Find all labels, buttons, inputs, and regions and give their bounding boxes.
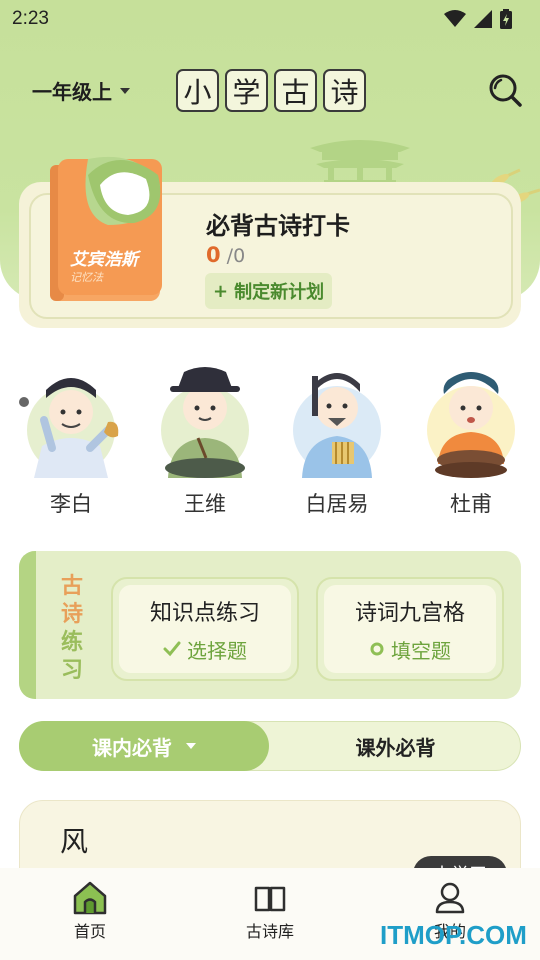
poet-wang-wei[interactable]: 王维: [150, 360, 260, 518]
status-time: 2:23: [12, 8, 49, 29]
checkin-total: /0: [226, 245, 246, 267]
checkin-done-count: 0: [206, 243, 221, 267]
practice-label-char: 练: [60, 630, 83, 655]
poet-name: 王维: [184, 492, 226, 516]
poet-wang-wei-avatar: [161, 367, 249, 478]
nav-poem-library-label: 古诗库: [245, 922, 294, 941]
battery-icon: [500, 9, 512, 29]
circle-icon: [370, 642, 384, 656]
memory-book-illustration: 艾宾浩斯 记忆法: [50, 156, 162, 301]
status-bar: 2:23: [0, 0, 540, 38]
book-icon: [254, 886, 286, 912]
checkin-progress: 0 /0: [206, 243, 245, 267]
status-icons: [444, 9, 512, 29]
poem-title: 风: [60, 825, 89, 858]
nine-grid-type: 填空题: [391, 638, 451, 663]
knowledge-practice-subtitle: 选择题: [163, 635, 247, 664]
nav-home-label: 首页: [73, 922, 106, 941]
poet-name: 李白: [50, 492, 92, 516]
nav-home[interactable]: 首页: [50, 880, 130, 942]
search-icon[interactable]: [487, 72, 523, 108]
new-plan-label: 制定新计划: [234, 282, 325, 303]
practice-label-char: 古: [60, 574, 83, 599]
nav-poem-library[interactable]: 古诗库: [230, 880, 310, 942]
tab-extracurricular-label: 课外必背: [355, 735, 436, 760]
poet-name: 白居易: [305, 492, 369, 516]
tab-in-class-label: 课内必背: [92, 735, 172, 760]
check-icon: [163, 641, 181, 657]
title-char: 学: [225, 69, 268, 112]
practice-accent-bar: [19, 551, 36, 699]
tab-in-class[interactable]: 课内必背: [19, 721, 269, 771]
nine-grid-title: 诗词九宫格: [354, 600, 465, 626]
title-char: 古: [274, 69, 317, 112]
tab-extracurricular[interactable]: 课外必背: [270, 721, 521, 771]
poet-li-bai[interactable]: 李白: [16, 360, 126, 518]
poet-bai-juyi[interactable]: 白居易: [282, 360, 392, 518]
book-title: 艾宾浩斯: [70, 250, 142, 270]
watermark: ITMOP.COM: [380, 920, 527, 950]
wifi-icon: [444, 10, 466, 27]
poet-du-fu-avatar: [427, 372, 515, 478]
knowledge-practice-card-inner: 知识点练习 选择题: [119, 585, 291, 673]
poet-bai-juyi-avatar: [293, 373, 381, 478]
app-title: 小 学 古 诗: [176, 69, 366, 112]
nine-grid-subtitle: 填空题: [369, 635, 451, 664]
book-subtitle: 记忆法: [70, 271, 104, 284]
poet-du-fu[interactable]: 杜甫: [416, 360, 526, 518]
grade-selector[interactable]: 一年级上: [32, 76, 130, 105]
knowledge-practice-card[interactable]: 知识点练习 选择题: [111, 577, 299, 681]
plus-icon: +: [213, 280, 229, 302]
checkin-title: 必背古诗打卡: [206, 212, 350, 240]
new-plan-button[interactable]: + 制定新计划: [205, 273, 333, 309]
nine-grid-card-inner: 诗词九宫格 填空题: [324, 585, 496, 673]
knowledge-practice-type: 选择题: [187, 638, 247, 663]
home-icon: [73, 881, 107, 915]
grade-label: 一年级上: [32, 80, 112, 104]
chevron-down-icon: [120, 87, 130, 94]
practice-label-char: 诗: [60, 602, 83, 627]
nine-grid-card[interactable]: 诗词九宫格 填空题: [316, 577, 504, 681]
title-char: 诗: [323, 69, 366, 112]
chevron-down-icon: [186, 743, 196, 749]
poet-li-bai-avatar: [19, 378, 119, 478]
practice-label-char: 习: [60, 658, 83, 683]
title-char: 小: [176, 69, 219, 112]
profile-icon: [435, 882, 465, 914]
signal-icon: [474, 10, 492, 28]
practice-label: 古 诗 练 习: [59, 573, 85, 684]
practice-panel: 古 诗 练 习 知识点练习 选择题 诗词九宫格 填空题: [19, 551, 521, 699]
knowledge-practice-title: 知识点练习: [149, 600, 260, 626]
poet-name: 杜甫: [450, 492, 492, 516]
